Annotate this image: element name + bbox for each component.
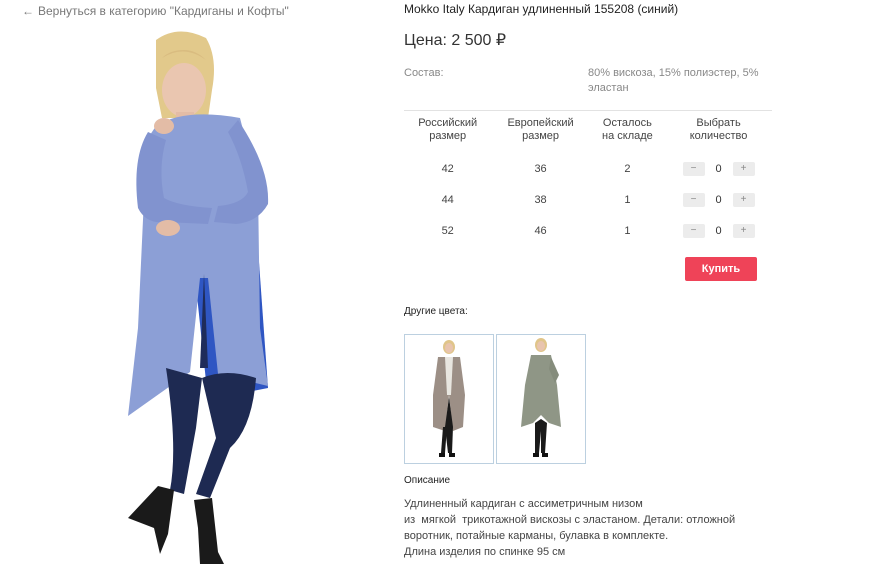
table-row: 42 36 2 − 0 + xyxy=(404,153,772,184)
divider xyxy=(404,110,772,111)
header-stock: Осталось на складе xyxy=(602,117,653,142)
product-main-photo[interactable] xyxy=(118,28,278,576)
decrement-button[interactable]: − xyxy=(682,161,705,176)
quantity-cell: − 0 + xyxy=(665,184,772,215)
other-colors-title: Другие цвета: xyxy=(404,306,468,317)
table-header-row: Российский размер Европейский размер Ост… xyxy=(404,115,772,153)
header-ru-size: Российский размер xyxy=(418,117,478,142)
description-line: воротник, потайные карманы, булавка в ко… xyxy=(404,530,669,542)
arrow-left-icon: ← xyxy=(22,4,34,18)
buy-button[interactable]: Купить xyxy=(685,257,757,281)
ru-size-cell: 52 xyxy=(441,224,454,237)
product-price: Цена: 2 500 ₽ xyxy=(404,32,507,49)
header-eu-size: Европейский размер xyxy=(507,117,574,142)
table-row: 44 38 1 − 0 + xyxy=(404,184,772,215)
eu-size-cell: 46 xyxy=(534,224,547,237)
quantity-cell: − 0 + xyxy=(665,215,772,246)
quantity-stepper: − 0 + xyxy=(682,192,755,207)
increment-button[interactable]: + xyxy=(732,192,755,207)
color-variant-thumbnail[interactable] xyxy=(496,334,586,464)
eu-size-cell: 38 xyxy=(534,193,547,206)
description-line: Длина изделия по спинке 95 см xyxy=(404,546,566,558)
quantity-cell: − 0 + xyxy=(665,153,772,184)
increment-button[interactable]: + xyxy=(732,161,755,176)
quantity-value: 0 xyxy=(715,162,722,175)
ru-size-cell: 44 xyxy=(441,193,454,206)
product-title: Mokko Italy Кардиган удлиненный 155208 (… xyxy=(404,2,679,16)
increment-button[interactable]: + xyxy=(732,223,755,238)
back-link-label: Вернуться в категорию "Кардиганы и Кофты… xyxy=(38,4,289,18)
description-line: из мягкой трикотажной вискозы с эластано… xyxy=(404,514,736,526)
decrement-button[interactable]: − xyxy=(682,223,705,238)
stock-cell: 2 xyxy=(624,162,631,175)
table-row: 52 46 1 − 0 + xyxy=(404,215,772,246)
decrement-button[interactable]: − xyxy=(682,192,705,207)
description-text: Удлиненный кардиган с ассиметричным низо… xyxy=(404,496,784,560)
description-line: Удлиненный кардиган с ассиметричным низо… xyxy=(404,498,643,510)
eu-size-cell: 36 xyxy=(534,162,547,175)
header-quantity: Выбрать количество xyxy=(689,117,748,142)
description-title: Описание xyxy=(404,475,451,486)
stock-cell: 1 xyxy=(624,224,631,237)
stock-cell: 1 xyxy=(624,193,631,206)
variant-photo-olive xyxy=(521,338,561,457)
ru-size-cell: 42 xyxy=(441,162,454,175)
sizes-table: Российский размер Европейский размер Ост… xyxy=(404,115,772,246)
back-to-category-link[interactable]: ← Вернуться в категорию "Кардиганы и Кофт… xyxy=(22,4,289,18)
quantity-value: 0 xyxy=(715,193,722,206)
composition-label: Состав: xyxy=(404,67,444,79)
color-variant-thumbnail[interactable] xyxy=(404,334,494,464)
composition-value: 80% вискоза, 15% полиэстер, 5% эластан xyxy=(588,67,759,94)
quantity-stepper: − 0 + xyxy=(682,223,755,238)
variant-photo-brown xyxy=(433,340,465,457)
quantity-value: 0 xyxy=(715,224,722,237)
quantity-stepper: − 0 + xyxy=(682,161,755,176)
